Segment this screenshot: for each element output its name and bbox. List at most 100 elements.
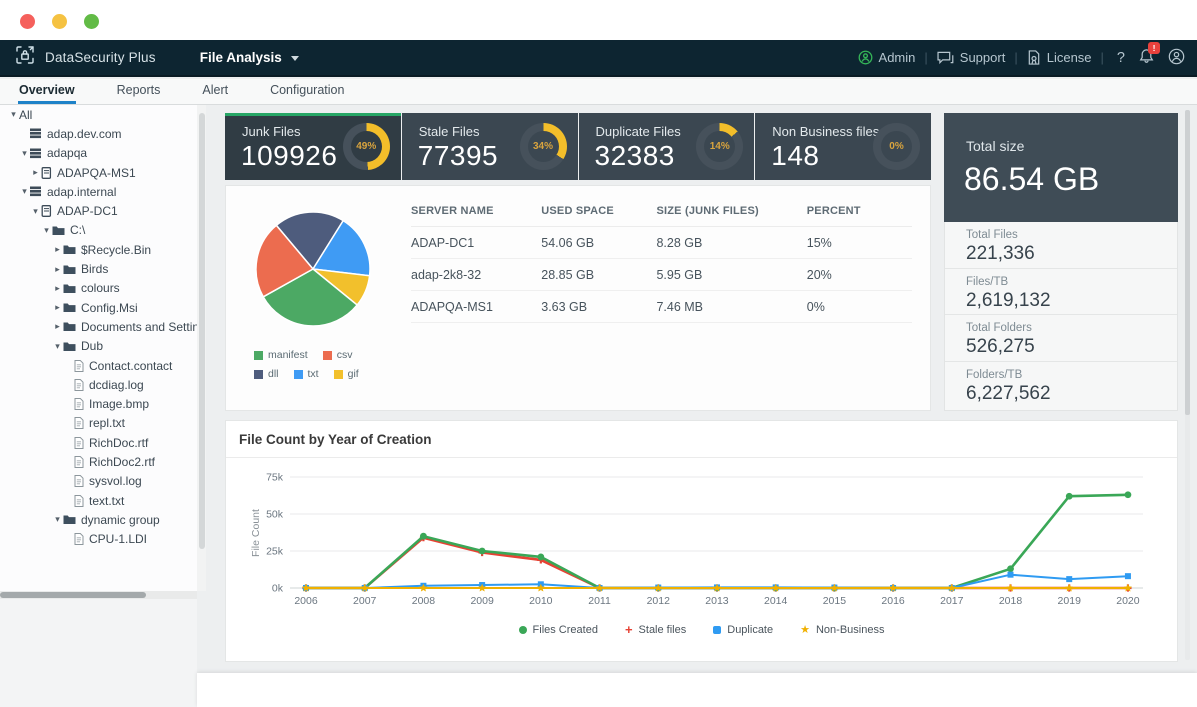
- marker-circle-icon: [420, 533, 427, 540]
- tree-item-dynamic-group[interactable]: ▾dynamic group: [0, 510, 197, 529]
- tree-item-adapqa[interactable]: ▾adapqa: [0, 144, 197, 163]
- gauge-percent-label: 49%: [343, 123, 390, 170]
- server-icon: [41, 205, 52, 217]
- server-icon: [41, 167, 52, 179]
- table-row[interactable]: adap-2k8-3228.85 GB5.95 GB20%: [411, 259, 912, 291]
- table-row[interactable]: ADAP-DC154.06 GB8.28 GB15%: [411, 227, 912, 259]
- user-avatar-icon[interactable]: [1168, 48, 1185, 68]
- line-legend-item-duplicate[interactable]: Duplicate: [713, 624, 773, 636]
- tree-expanded-arrow-icon[interactable]: ▾: [30, 206, 41, 217]
- tree-expanded-arrow-icon[interactable]: ▾: [19, 148, 30, 159]
- tree-item--recycle-bin[interactable]: ▸ $Recycle.Bin: [0, 240, 197, 259]
- tree-collapsed-arrow-icon[interactable]: ▸: [52, 244, 63, 255]
- line-legend-item-non-business[interactable]: ★Non-Business: [800, 624, 884, 636]
- tree-item-label: RichDoc2.rtf: [89, 455, 155, 469]
- window-close-button[interactable]: [20, 14, 35, 29]
- legend-marker-square-icon: [713, 626, 721, 634]
- tree-item-cpu-1-ldi[interactable]: CPU-1.LDI: [0, 530, 197, 549]
- gauge-percent-label: 0%: [873, 123, 920, 170]
- tree-item-dub[interactable]: ▾Dub: [0, 337, 197, 356]
- tree-expanded-arrow-icon[interactable]: ▾: [41, 225, 52, 236]
- legend-marker-plus-icon: +: [625, 626, 633, 634]
- tree-item-text-txt[interactable]: text.txt: [0, 491, 197, 510]
- line-legend-item-stale-files[interactable]: +Stale files: [625, 624, 686, 636]
- stat-card-value: 148: [771, 140, 819, 172]
- content-vertical-scrollbar[interactable]: [1185, 110, 1190, 660]
- legend-marker-circle-icon: [519, 626, 527, 634]
- pie-legend: manifest csv dll txt gif: [254, 349, 394, 380]
- folder-icon: [63, 514, 76, 525]
- tree-collapsed-arrow-icon[interactable]: ▸: [52, 264, 63, 275]
- marker-square-icon: [1008, 572, 1014, 578]
- separator: |: [1014, 50, 1017, 65]
- tree-item-colours[interactable]: ▸colours: [0, 279, 197, 298]
- window-zoom-button[interactable]: [84, 14, 99, 29]
- pie-legend-item-manifest[interactable]: manifest: [254, 349, 308, 361]
- sidebar-vertical-scrollbar[interactable]: [197, 105, 206, 591]
- scrollbar-thumb[interactable]: [0, 592, 146, 598]
- file-icon: [74, 475, 84, 487]
- y-axis-label: File Count: [250, 509, 262, 557]
- tree-item-birds[interactable]: ▸Birds: [0, 259, 197, 278]
- line-legend-item-files-created[interactable]: Files Created: [519, 624, 598, 636]
- domain-icon: [30, 148, 42, 159]
- tree-item-adapqa-ms1[interactable]: ▸ADAPQA-MS1: [0, 163, 197, 182]
- pie-legend-item-csv[interactable]: csv: [323, 349, 353, 361]
- tree-item-documents-and-settings[interactable]: ▸Documents and Settings: [0, 317, 197, 336]
- x-tick-label: 2010: [529, 595, 553, 607]
- stat-card-duplicate-files[interactable]: Duplicate Files3238314%: [579, 113, 755, 180]
- table-row[interactable]: ADAPQA-MS13.63 GB7.46 MB0%: [411, 291, 912, 323]
- tree-collapsed-arrow-icon[interactable]: ▸: [52, 283, 63, 294]
- sidebar-horizontal-scrollbar[interactable]: [0, 591, 197, 599]
- tab-configuration[interactable]: Configuration: [269, 79, 345, 104]
- tree-item-adap-dc1[interactable]: ▾ADAP-DC1: [0, 201, 197, 220]
- header-link-support[interactable]: Support: [937, 50, 1006, 65]
- summary-row-label: Folders/TB: [966, 369, 1177, 381]
- tree-expanded-arrow-icon[interactable]: ▾: [52, 341, 63, 352]
- tree-item-label: Config.Msi: [81, 301, 138, 315]
- file-count-chart-panel: File Count by Year of Creation 0k25k50k7…: [225, 420, 1178, 662]
- module-selector[interactable]: File Analysis: [200, 50, 299, 65]
- tree-item-adap-dev-com[interactable]: adap.dev.com: [0, 124, 197, 143]
- window-minimize-button[interactable]: [52, 14, 67, 29]
- summary-row-label: Total Folders: [966, 322, 1177, 334]
- scrollbar-thumb[interactable]: [199, 113, 205, 549]
- tree-expanded-arrow-icon[interactable]: ▾: [52, 514, 63, 525]
- tree-item-dcdiag-log[interactable]: dcdiag.log: [0, 375, 197, 394]
- tree-item-all[interactable]: ▾All: [0, 105, 197, 124]
- tree-collapsed-arrow-icon[interactable]: ▸: [52, 321, 63, 332]
- tree-expanded-arrow-icon[interactable]: ▾: [19, 186, 30, 197]
- header-link-label: Admin: [879, 50, 916, 65]
- help-button[interactable]: ?: [1117, 50, 1125, 66]
- notifications-bell-icon[interactable]: !: [1139, 48, 1154, 67]
- tree-item-image-bmp[interactable]: Image.bmp: [0, 394, 197, 413]
- stat-card-non-business-files[interactable]: Non Business files1480%: [755, 113, 931, 180]
- tab-overview[interactable]: Overview: [18, 79, 76, 104]
- tree-collapsed-arrow-icon[interactable]: ▸: [30, 167, 41, 178]
- header-link-license[interactable]: License: [1027, 50, 1092, 65]
- tree-item-repl-txt[interactable]: repl.txt: [0, 414, 197, 433]
- pie-legend-item-gif[interactable]: gif: [334, 368, 359, 380]
- stat-card-junk-files[interactable]: Junk Files10992649%: [225, 113, 401, 180]
- chart-title: File Count by Year of Creation: [226, 421, 1177, 458]
- header-link-admin[interactable]: Admin: [858, 50, 916, 65]
- tree-item-richdoc2-rtf[interactable]: RichDoc2.rtf: [0, 452, 197, 471]
- stat-card-stale-files[interactable]: Stale Files7739534%: [402, 113, 578, 180]
- tree-collapsed-arrow-icon[interactable]: ▸: [52, 302, 63, 313]
- tab-alert[interactable]: Alert: [201, 79, 229, 104]
- scrollbar-thumb[interactable]: [1185, 110, 1190, 415]
- x-tick-label: 2007: [353, 595, 377, 607]
- tree-item-c-[interactable]: ▾C:\: [0, 221, 197, 240]
- pie-legend-item-dll[interactable]: dll: [254, 368, 279, 380]
- tree-item-richdoc-rtf[interactable]: RichDoc.rtf: [0, 433, 197, 452]
- tab-reports[interactable]: Reports: [116, 79, 162, 104]
- table-cell: ADAP-DC1: [411, 227, 541, 259]
- tree-item-config-msi[interactable]: ▸ Config.Msi: [0, 298, 197, 317]
- pie-legend-item-txt[interactable]: txt: [294, 368, 319, 380]
- file-icon: [74, 398, 84, 410]
- tree-item-contact-contact[interactable]: Contact.contact: [0, 356, 197, 375]
- tree-item-adap-internal[interactable]: ▾adap.internal: [0, 182, 197, 201]
- tree-item-label: $Recycle.Bin: [81, 243, 151, 257]
- tree-item-sysvol-log[interactable]: sysvol.log: [0, 472, 197, 491]
- tree-expanded-arrow-icon[interactable]: ▾: [8, 109, 19, 120]
